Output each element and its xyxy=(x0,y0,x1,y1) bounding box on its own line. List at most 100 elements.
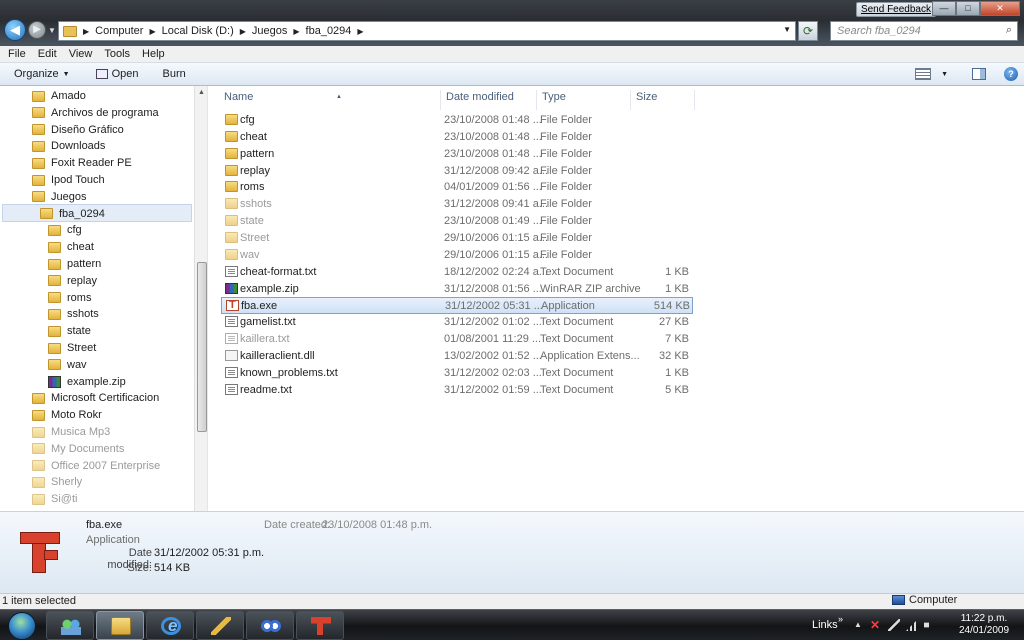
file-row[interactable]: kailleraclient.dll 13/02/2002 01:52 ... Ap… xyxy=(221,348,693,365)
taskbar-tool-button[interactable] xyxy=(196,611,244,640)
open-button[interactable]: Open xyxy=(88,68,147,80)
tree-item[interactable]: wav xyxy=(48,357,87,373)
breadcrumb-computer[interactable]: Computer xyxy=(95,25,143,37)
preview-pane-icon[interactable] xyxy=(972,68,986,80)
menu-view[interactable]: View xyxy=(63,46,99,62)
file-row-selected[interactable]: fba.exe 31/12/2002 05:31 ...Application 51… xyxy=(221,297,693,315)
tree-item[interactable]: Diseño Gráfico xyxy=(32,122,124,138)
menu-edit[interactable]: Edit xyxy=(32,46,63,62)
tree-item[interactable]: cfg xyxy=(48,222,82,238)
file-row[interactable]: readme.txt 31/12/2002 01:59 ... Text Docum… xyxy=(221,382,693,399)
tree-item[interactable]: Amado xyxy=(32,88,86,104)
breadcrumb-separator-icon[interactable]: ▶ xyxy=(240,27,246,36)
tree-item[interactable]: Si@ti xyxy=(32,491,77,507)
tree-item[interactable]: Downloads xyxy=(32,138,105,154)
folder-icon xyxy=(32,409,45,421)
tree-item[interactable]: Sherly xyxy=(32,474,82,490)
column-header-name[interactable]: Name ▲ xyxy=(219,90,441,110)
column-header-date[interactable]: Date modified xyxy=(441,90,537,110)
send-feedback-link[interactable]: Send Feedback xyxy=(855,2,936,17)
file-row[interactable]: known_problems.txt 31/12/2002 02:03 ... Te… xyxy=(221,365,693,382)
help-icon[interactable]: ? xyxy=(1004,67,1018,81)
taskbar-explorer-button[interactable] xyxy=(96,611,144,640)
close-button[interactable]: ✕ xyxy=(980,1,1020,16)
search-input[interactable]: Search fba_0294 ⌕ xyxy=(830,21,1018,41)
taskbar-fba-button[interactable] xyxy=(296,611,344,640)
tree-item[interactable]: Microsoft Certificacion xyxy=(32,390,159,406)
tree-item[interactable]: cheat xyxy=(48,239,94,255)
breadcrumb-separator-icon[interactable]: ▶ xyxy=(83,27,89,36)
file-row[interactable]: kaillera.txt 01/08/2001 11:29 ... Text Doc… xyxy=(221,331,693,348)
tree-item[interactable]: state xyxy=(48,323,91,339)
file-row[interactable]: cheat 23/10/2008 01:48 ... File Folder xyxy=(221,129,693,146)
organize-button[interactable]: Organize ▼ xyxy=(6,68,78,80)
scrollbar-thumb[interactable] xyxy=(197,262,207,432)
tree-item[interactable]: Ipod Touch xyxy=(32,172,105,188)
forward-arrow-icon[interactable]: ▶ xyxy=(28,21,46,39)
file-row[interactable]: gamelist.txt 31/12/2002 01:02 ... Text Doc… xyxy=(221,314,693,331)
file-row[interactable]: cheat-format.txt 18/12/2002 02:24 a... Tex… xyxy=(221,264,693,281)
breadcrumb-separator-icon[interactable]: ▶ xyxy=(357,27,363,36)
start-button[interactable] xyxy=(3,610,43,640)
breadcrumb-local-disk[interactable]: Local Disk (D:) xyxy=(162,25,234,37)
file-row[interactable]: replay 31/12/2008 09:42 a... File Folder xyxy=(221,163,693,180)
volume-icon[interactable] xyxy=(924,619,934,631)
tree-item[interactable]: pattern xyxy=(48,256,101,272)
breadcrumb-juegos[interactable]: Juegos xyxy=(252,25,287,37)
network-signal-icon[interactable] xyxy=(906,619,918,631)
file-row[interactable]: example.zip 31/12/2008 01:56 ... WinRAR ZI… xyxy=(221,281,693,298)
show-hidden-icons-icon[interactable]: ▲ xyxy=(852,619,864,631)
tree-item[interactable]: Archivos de programa xyxy=(32,105,159,121)
views-dropdown-icon[interactable]: ▼ xyxy=(941,71,948,78)
tree-item[interactable]: My Documents xyxy=(32,441,124,457)
minimize-button[interactable]: — xyxy=(932,1,956,16)
file-row[interactable]: state 23/10/2008 01:49 ... File Folder xyxy=(221,213,693,230)
column-header-size[interactable]: Size xyxy=(631,90,695,110)
file-row[interactable]: Street 29/10/2006 01:15 a... File Folder xyxy=(221,230,693,247)
navigation-scrollbar[interactable]: ▲ xyxy=(194,86,207,511)
scroll-up-icon[interactable]: ▲ xyxy=(198,89,205,96)
tree-item[interactable]: Foxit Reader PE xyxy=(32,155,132,171)
tree-item[interactable]: Juegos xyxy=(32,189,86,205)
taskbar-users-button[interactable] xyxy=(46,611,94,640)
address-dropdown-icon[interactable]: ▼ xyxy=(783,25,791,34)
tree-item[interactable]: Musica Mp3 xyxy=(32,424,110,440)
file-row[interactable]: pattern 23/10/2008 01:48 ... File Folder xyxy=(221,146,693,163)
refresh-icon[interactable]: ⟳ xyxy=(798,21,818,41)
taskbar-ie-button[interactable] xyxy=(146,611,194,640)
views-icon[interactable] xyxy=(915,68,932,80)
links-chevron-icon[interactable]: » xyxy=(838,614,843,624)
clock[interactable]: 11:22 p.m. 24/01/2009 xyxy=(952,613,1016,637)
detail-created-value[interactable]: 23/10/2008 01:48 p.m. xyxy=(322,519,432,531)
file-row[interactable]: roms 04/01/2009 01:56 ... File Folder xyxy=(221,179,693,196)
tree-item[interactable]: Office 2007 Enterprise xyxy=(32,458,160,474)
column-header-type[interactable]: Type xyxy=(537,90,631,110)
file-row[interactable]: wav 29/10/2006 01:15 a... File Folder xyxy=(221,247,693,264)
tree-item[interactable]: Street xyxy=(48,340,96,356)
tree-item[interactable]: Moto Rokr xyxy=(32,407,102,423)
breadcrumb-fba[interactable]: fba_0294 xyxy=(306,25,352,37)
tree-item[interactable]: replay xyxy=(48,273,97,289)
address-bar[interactable]: ▶ Computer ▶ Local Disk (D:) ▶ Juegos ▶ … xyxy=(58,21,796,41)
back-arrow-icon[interactable]: ◀ xyxy=(4,19,26,41)
taskbar-eyes-button[interactable] xyxy=(246,611,294,640)
security-alert-icon[interactable]: ✕ xyxy=(870,619,882,631)
recent-pages-dropdown-icon[interactable]: ▼ xyxy=(48,26,56,35)
tree-item-selected[interactable]: fba_0294 xyxy=(40,206,105,222)
menu-tools[interactable]: Tools xyxy=(98,46,136,62)
tree-item[interactable]: example.zip xyxy=(48,374,126,390)
links-toolbar[interactable]: Links xyxy=(812,619,838,631)
detail-modified-value[interactable]: 31/12/2002 05:31 p.m. xyxy=(154,547,264,559)
burn-button[interactable]: Burn xyxy=(155,68,194,80)
file-row[interactable]: sshots 31/12/2008 09:41 a... File Folder xyxy=(221,196,693,213)
pen-input-icon[interactable] xyxy=(888,619,900,631)
search-icon[interactable]: ⌕ xyxy=(1006,24,1012,37)
menu-help[interactable]: Help xyxy=(136,46,171,62)
breadcrumb-separator-icon[interactable]: ▶ xyxy=(149,27,155,36)
maximize-button[interactable]: □ xyxy=(956,1,980,16)
file-row[interactable]: cfg 23/10/2008 01:48 ... File Folder xyxy=(221,112,693,129)
menu-file[interactable]: File xyxy=(2,46,32,62)
breadcrumb-separator-icon[interactable]: ▶ xyxy=(293,27,299,36)
tree-item[interactable]: sshots xyxy=(48,306,99,322)
tree-item[interactable]: roms xyxy=(48,290,91,306)
